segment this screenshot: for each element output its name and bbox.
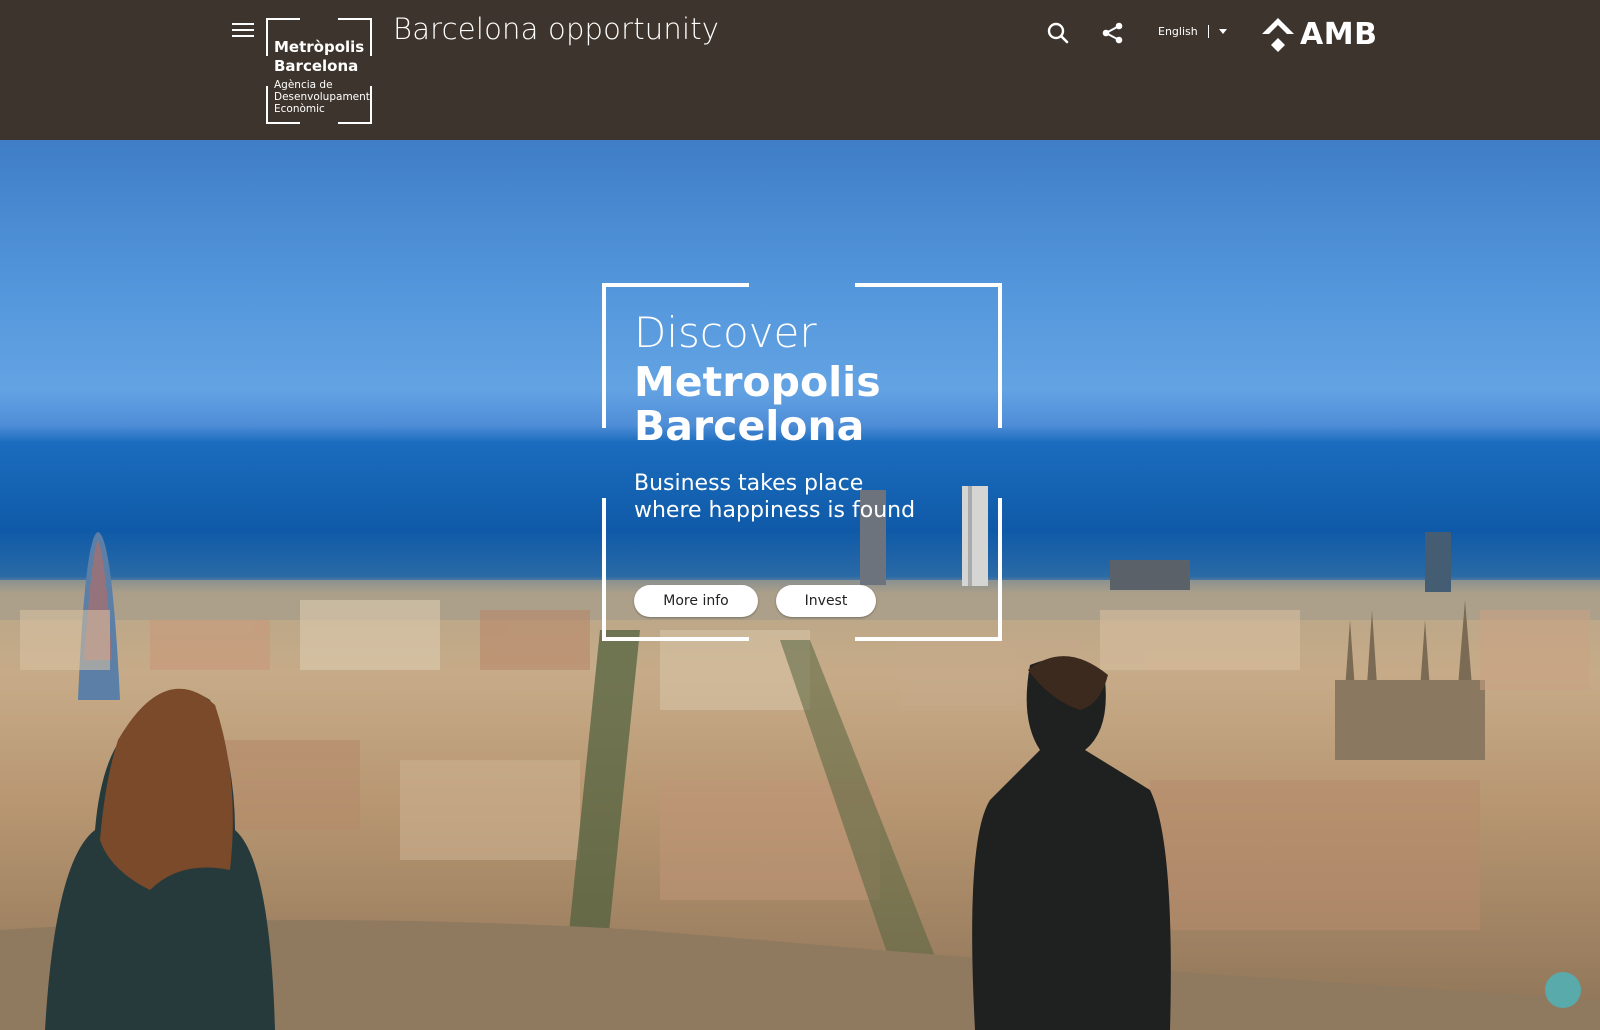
metropolis-barcelona-logo[interactable]: Metròpolis Barcelona Agència de Desenvol… <box>266 18 372 124</box>
site-header: Metròpolis Barcelona Agència de Desenvol… <box>0 0 1600 140</box>
hero-heading-bold-1: Metropolis <box>634 358 881 406</box>
invest-button[interactable]: Invest <box>776 585 876 617</box>
amb-brand-link[interactable]: AMB <box>1260 16 1377 52</box>
chevron-down-icon <box>1218 29 1227 34</box>
hero-subtitle-line-2: where happiness is found <box>634 498 916 523</box>
site-title[interactable]: Barcelona opportunity <box>393 12 719 46</box>
share-icon[interactable] <box>1100 20 1126 46</box>
logo-line-1: Metròpolis <box>274 38 365 56</box>
logo-line-3: Agència de <box>274 79 333 91</box>
logo-line-2: Barcelona <box>274 57 359 75</box>
language-selector[interactable]: English <box>1158 25 1227 38</box>
more-info-button[interactable]: More info <box>634 585 758 617</box>
language-label: English <box>1158 25 1198 38</box>
hero-heading-bold-2: Barcelona <box>634 402 865 450</box>
hero-heading-light: Discover <box>634 308 817 357</box>
search-icon[interactable] <box>1045 20 1071 46</box>
logo-subtitle: Agència de Desenvolupament Econòmic <box>274 79 370 115</box>
scroll-top-button[interactable] <box>1545 972 1581 1008</box>
hero-subtitle-line-1: Business takes place <box>634 471 864 496</box>
hero-section: Discover Metropolis Barcelona Business t… <box>0 140 1600 1030</box>
language-divider <box>1207 25 1209 38</box>
amb-logo-icon <box>1262 18 1294 52</box>
menu-icon[interactable] <box>232 20 254 38</box>
logo-line-5: Econòmic <box>274 103 325 115</box>
hero-subtitle: Business takes place where happiness is … <box>634 470 934 524</box>
logo-line-4: Desenvolupament <box>274 91 370 103</box>
amb-brand-text: AMB <box>1300 16 1378 52</box>
logo-title: Metròpolis Barcelona <box>274 38 364 76</box>
